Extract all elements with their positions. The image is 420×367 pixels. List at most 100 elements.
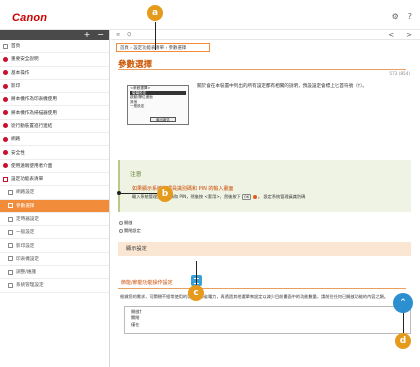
sidebar: + − 首頁重要安全說明 基本操作影印將本機作為印表機使用 將本機作為掃描器使用 從行… (0, 30, 110, 367)
sidebar-item-label: 調整/維護 (16, 270, 36, 276)
intro-text: 關於會在本裝置中列出的所有設定都有相關的說明，預設設定會標上匕首符號（†）。 (197, 84, 367, 89)
title-divider (118, 69, 406, 70)
prev-page-icon[interactable]: < (388, 30, 394, 40)
sidebar-item-label: 安全性 (11, 150, 25, 156)
sidebar-item-label: 基本操作 (11, 70, 30, 76)
sidebar-item[interactable]: 影印 (0, 80, 109, 94)
expand-all-icon[interactable]: + (84, 30, 91, 40)
subsection-divider (118, 288, 406, 289)
radio-icon (119, 228, 123, 233)
link-arrow-icon (252, 194, 257, 199)
scroll-to-top-button[interactable]: ⌃ (393, 293, 413, 313)
sidebar-item-label: 影印 (11, 84, 21, 90)
chevron-circle-icon (3, 123, 8, 129)
sidebar-item-label: 網路設定 (16, 190, 35, 196)
mini-screen-button: 輸出報告 (150, 117, 176, 122)
callout-d-line (403, 313, 404, 334)
sidebar-item[interactable]: 重要安全說明 (0, 53, 109, 67)
page-icon (8, 256, 13, 262)
folder-open-icon (3, 176, 8, 182)
page-icon (8, 229, 13, 235)
callout-c: c (188, 285, 204, 301)
callout-c-line (196, 261, 197, 286)
sidebar-item-label: 從行動裝置進行連結 (11, 123, 53, 129)
page-icon (8, 189, 13, 195)
setting-value: 僅在 (131, 321, 140, 327)
page-number: 573 (854) (389, 71, 410, 76)
page-icon (3, 43, 8, 49)
sidebar-item-label: 將本機作為掃描器使用 (11, 110, 57, 116)
content-toolbar: ≡ Q < > (111, 30, 420, 40)
sidebar-item[interactable]: 一般設定 (0, 226, 109, 240)
sidebar-item-label: 設定功能表清單 (11, 177, 44, 183)
callout-b: b (157, 186, 173, 202)
sidebar-list: 首頁重要安全說明 基本操作影印將本機作為印表機使用 將本機作為掃描器使用 從行動裝置進… (0, 40, 109, 293)
sidebar-item[interactable]: 設定功能表清單 (0, 173, 109, 187)
section-header[interactable]: 顯示設定 (118, 242, 411, 256)
gear-icon[interactable]: ⚙ (392, 12, 399, 21)
sidebar-item-label: 系統管理設定 (16, 283, 44, 289)
sidebar-header: + − (0, 30, 109, 40)
header-icons: ⚙ ? (392, 12, 412, 21)
page-icon (8, 243, 13, 249)
sidebar-item-label: 定時器設定 (16, 217, 39, 222)
screen-illustration: <參數選擇> 螢幕設定 啟動/歸位畫面 其他 一般設定 輸出報告 (127, 85, 189, 125)
ok-key-icon: OK (242, 194, 252, 200)
sidebar-item-label: 參數選擇 (16, 203, 35, 209)
note-title: 注意 (130, 172, 142, 178)
sidebar-item[interactable]: 影印設定 (0, 239, 109, 253)
subsection-heading: 節能/節能功能操作設定 (121, 280, 173, 286)
chevron-circle-icon (3, 83, 8, 89)
sidebar-item-label: 網路 (11, 137, 21, 143)
sidebar-item[interactable]: 安全性 (0, 146, 109, 160)
sidebar-item[interactable]: 從行動裝置進行連結 (0, 120, 109, 134)
page-icon (8, 269, 13, 275)
header: Canon ⚙ ? (0, 0, 420, 30)
sidebar-item-label: 將本機作為印表機使用 (11, 97, 57, 103)
option-on[interactable]: 開啟 (119, 220, 132, 226)
collapse-all-icon[interactable]: − (97, 30, 104, 40)
sidebar-item[interactable]: 將本機作為掃描器使用 (0, 106, 109, 120)
search-icon[interactable]: Q (127, 32, 131, 38)
option-off[interactable]: 關閉設定 (119, 228, 141, 234)
help-icon[interactable]: ? (408, 12, 412, 21)
chevron-circle-icon (3, 56, 8, 62)
sidebar-item[interactable]: 參數選擇 (0, 199, 109, 213)
brand-logo: Canon (12, 12, 48, 24)
radio-icon (119, 220, 123, 225)
sidebar-item[interactable]: 網路 (0, 133, 109, 147)
sidebar-item-label: 使用遠端使用者介面 (11, 163, 53, 169)
sidebar-item[interactable]: 調整/維護 (0, 266, 109, 280)
subsection-body: 根據您的需求，可關閉不經常使用的功能以節省電力，再透過其他選單來設定以減少目前畫… (120, 294, 389, 299)
setting-values-box: 開啟† 關閉 僅在 (124, 306, 411, 334)
chevron-circle-icon (3, 110, 8, 116)
chevron-circle-icon (3, 163, 8, 169)
breadcrumb[interactable]: 首頁 › 設定功能表清單 › 參數選擇 (116, 43, 210, 52)
sidebar-item[interactable]: 系統管理設定 (0, 279, 109, 293)
sidebar-item[interactable]: 定時器設定 (0, 213, 109, 227)
callout-d: d (395, 333, 411, 349)
chevron-circle-icon (3, 70, 8, 76)
chevron-circle-icon (3, 136, 8, 142)
sidebar-item-label: 影印設定 (16, 243, 35, 249)
note-heading: 如果顯示系統管理員識別碼和 PIN 的輸入畫面 (132, 186, 234, 192)
sidebar-item[interactable]: 印表機設定 (0, 253, 109, 267)
sidebar-item-label: 首頁 (11, 44, 21, 50)
main-content: ≡ Q < > 首頁 › 設定功能表清單 › 參數選擇 參數選擇 573 (85… (111, 30, 420, 367)
sidebar-item-label: 重要安全說明 (11, 57, 39, 63)
page-icon (8, 216, 13, 222)
callout-b-line (119, 193, 157, 194)
note-link[interactable]: 。 設定系統管理員識別碼 (258, 194, 305, 199)
sidebar-item[interactable]: 首頁 (0, 40, 109, 54)
sidebar-item[interactable]: 將本機作為印表機使用 (0, 93, 109, 107)
mini-screen-row: 一般設定 (130, 104, 145, 109)
sidebar-item-label: 一般設定 (16, 230, 35, 236)
sidebar-item[interactable]: 使用遠端使用者介面 (0, 160, 109, 173)
next-page-icon[interactable]: > (406, 30, 412, 40)
page-icon (8, 282, 13, 288)
page-icon (8, 203, 13, 209)
callout-a-line (155, 22, 156, 50)
sidebar-item[interactable]: 基本操作 (0, 67, 109, 80)
sidebar-item[interactable]: 網路設定 (0, 186, 109, 200)
menu-icon[interactable]: ≡ (116, 32, 120, 38)
